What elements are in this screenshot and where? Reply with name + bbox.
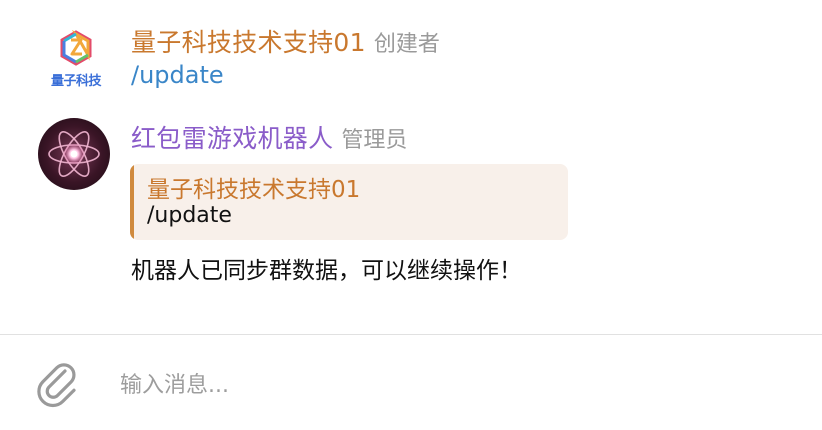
avatar-logo-text: 量子科技: [50, 74, 102, 89]
sender-role-badge: 创建者: [373, 32, 440, 57]
paperclip-icon: [37, 363, 76, 408]
avatar[interactable]: [38, 118, 110, 190]
message-input[interactable]: [118, 364, 722, 406]
message-header: 量子科技技术支持01 创建者: [131, 23, 440, 59]
atom-glow-icon: [48, 131, 100, 177]
composer-divider: [0, 334, 822, 335]
sender-name[interactable]: 量子科技技术支持01: [131, 28, 366, 57]
reply-quote[interactable]: 量子科技技术支持01 /update: [130, 164, 568, 240]
reply-text: /update: [147, 203, 232, 228]
avatar[interactable]: 量子科技: [41, 26, 111, 96]
message-text: 机器人已同步群数据，可以继续操作！: [131, 258, 522, 284]
reply-sender-name: 量子科技技术支持01: [147, 177, 361, 203]
command-link[interactable]: /update: [131, 61, 224, 89]
message-header: 红包雷游戏机器人 管理员: [131, 119, 407, 155]
attach-button[interactable]: [32, 358, 84, 410]
sender-role-badge: 管理员: [341, 128, 408, 153]
reply-accent-bar: [130, 164, 134, 240]
sender-name[interactable]: 红包雷游戏机器人: [131, 124, 333, 153]
